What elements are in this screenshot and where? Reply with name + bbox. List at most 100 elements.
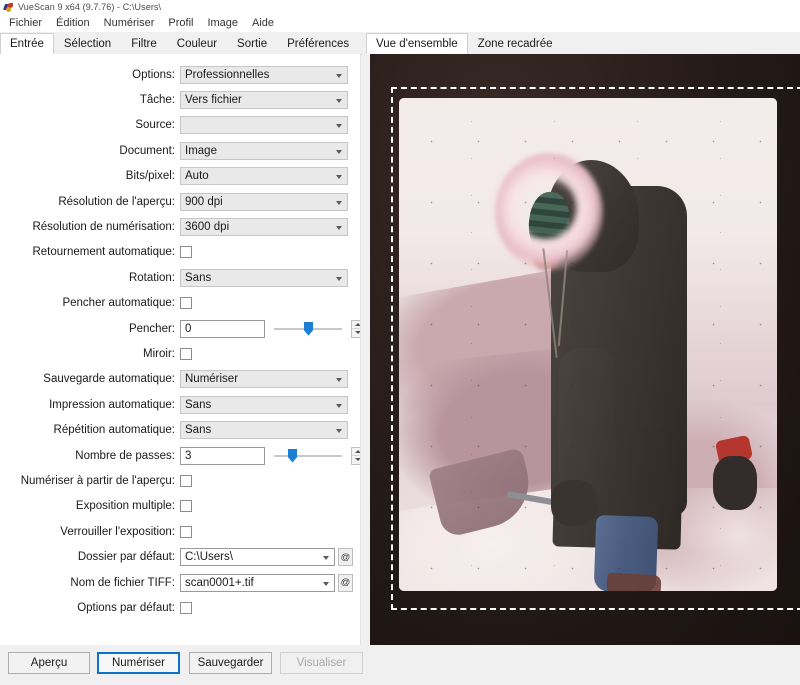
row-scan-resolution: Résolution de numérisation: 3600 dpi bbox=[0, 214, 360, 239]
row-preview-resolution: Résolution de l'aperçu: 900 dpi bbox=[0, 189, 360, 214]
label-options: Options: bbox=[132, 68, 175, 81]
scan-from-preview-checkbox[interactable] bbox=[180, 474, 192, 487]
row-auto-skew: Pencher automatique: bbox=[0, 291, 360, 316]
row-multi-exposure: Exposition multiple: bbox=[0, 494, 360, 519]
auto-flip-checkbox[interactable] bbox=[180, 246, 192, 259]
default-options-checkbox[interactable] bbox=[180, 601, 192, 614]
row-lock-exposure: Verrouiller l'exposition: bbox=[0, 519, 360, 544]
row-mirror: Miroir: bbox=[0, 341, 360, 366]
tab-entree[interactable]: Entrée bbox=[0, 33, 54, 55]
label-skew: Pencher: bbox=[128, 322, 175, 335]
menu-item-fichier[interactable]: Fichier bbox=[2, 16, 49, 30]
auto-print-value: Sans bbox=[185, 398, 212, 411]
row-auto-save: Sauvegarde automatique: Numériser bbox=[0, 367, 360, 392]
menu-item-profil[interactable]: Profil bbox=[161, 16, 200, 30]
scan-resolution-dropdown[interactable]: 3600 dpi bbox=[180, 218, 348, 237]
auto-save-dropdown[interactable]: Numériser bbox=[180, 370, 348, 389]
bits-pixel-value: Auto bbox=[185, 170, 209, 183]
scan-button[interactable]: Numériser bbox=[97, 652, 180, 674]
row-auto-print: Impression automatique: Sans bbox=[0, 392, 360, 417]
skew-input[interactable]: 0 bbox=[180, 319, 265, 338]
passes-slider-track bbox=[274, 454, 342, 457]
number-of-passes-stepper[interactable] bbox=[351, 446, 360, 465]
skew-slider[interactable] bbox=[274, 320, 342, 338]
options-dropdown[interactable]: Professionnelles bbox=[180, 65, 348, 84]
rotation-dropdown[interactable]: Sans bbox=[180, 268, 348, 287]
preview-resolution-dropdown[interactable]: 900 dpi bbox=[180, 192, 348, 211]
left-panel: Entrée Sélection Filtre Couleur Sortie P… bbox=[0, 32, 362, 645]
menu-item-numeriser[interactable]: Numériser bbox=[97, 16, 162, 30]
passes-stepper-down[interactable] bbox=[352, 455, 360, 464]
row-source: Source: bbox=[0, 113, 360, 138]
menu-item-image[interactable]: Image bbox=[200, 16, 245, 30]
tiff-file-name-combobox[interactable]: scan0001+.tif bbox=[180, 573, 335, 592]
save-button[interactable]: Sauvegarder bbox=[189, 652, 272, 674]
row-auto-flip: Retournement automatique: bbox=[0, 240, 360, 265]
skew-stepper-up[interactable] bbox=[352, 321, 360, 329]
label-tache: Tâche: bbox=[139, 94, 175, 107]
chevron-down-icon bbox=[336, 124, 342, 129]
label-default-folder: Dossier par défaut: bbox=[77, 551, 175, 564]
tab-vue-densemble[interactable]: Vue d'ensemble bbox=[366, 33, 468, 55]
menu-item-aide[interactable]: Aide bbox=[245, 16, 281, 30]
number-of-passes-slider[interactable] bbox=[274, 447, 342, 465]
bits-pixel-dropdown[interactable]: Auto bbox=[180, 167, 348, 186]
chevron-down-icon bbox=[336, 175, 342, 180]
row-default-folder: Dossier par défaut: C:\Users\ @ bbox=[0, 544, 360, 569]
multi-exposure-checkbox[interactable] bbox=[180, 500, 192, 513]
tache-dropdown[interactable]: Vers fichier bbox=[180, 91, 348, 110]
auto-skew-checkbox[interactable] bbox=[180, 297, 192, 310]
lock-exposure-checkbox[interactable] bbox=[180, 525, 192, 538]
chevron-down-icon bbox=[336, 149, 342, 154]
menu-item-edition[interactable]: Édition bbox=[49, 16, 97, 30]
preview-button[interactable]: Aperçu bbox=[8, 652, 90, 674]
row-document: Document: Image bbox=[0, 138, 360, 163]
row-bits-pixel: Bits/pixel: Auto bbox=[0, 164, 360, 189]
tab-sortie[interactable]: Sortie bbox=[227, 33, 277, 54]
chevron-down-icon bbox=[323, 581, 329, 586]
label-number-of-passes: Nombre de passes: bbox=[75, 449, 175, 462]
tiff-file-name-at-button[interactable]: @ bbox=[338, 573, 353, 592]
tab-preferences[interactable]: Préférences bbox=[277, 33, 359, 54]
default-folder-combobox[interactable]: C:\Users\ bbox=[180, 548, 335, 567]
chevron-down-icon bbox=[336, 226, 342, 231]
row-options: Options: Professionnelles bbox=[0, 62, 360, 87]
tab-zone-recadree[interactable]: Zone recadrée bbox=[468, 33, 563, 54]
preview-viewport[interactable] bbox=[370, 54, 800, 645]
label-auto-repeat: Répétition automatique: bbox=[53, 424, 175, 437]
default-folder-at-button[interactable]: @ bbox=[338, 548, 353, 567]
selection-marquee[interactable] bbox=[391, 87, 800, 610]
row-auto-repeat: Répétition automatique: Sans bbox=[0, 417, 360, 442]
source-dropdown[interactable] bbox=[180, 116, 348, 135]
vuescan-app-icon bbox=[3, 2, 14, 13]
mirror-checkbox[interactable] bbox=[180, 347, 192, 360]
passes-stepper-up[interactable] bbox=[352, 448, 360, 456]
preview-panel: Vue d'ensemble Zone recadrée bbox=[366, 32, 800, 645]
tache-value: Vers fichier bbox=[185, 94, 242, 107]
document-dropdown[interactable]: Image bbox=[180, 141, 348, 160]
passes-slider-handle[interactable] bbox=[288, 448, 297, 463]
auto-repeat-dropdown[interactable]: Sans bbox=[180, 421, 348, 440]
row-skew: Pencher: 0 bbox=[0, 316, 360, 341]
skew-stepper-down[interactable] bbox=[352, 328, 360, 337]
row-default-options: Options par défaut: bbox=[0, 595, 360, 620]
skew-stepper[interactable] bbox=[351, 319, 360, 338]
auto-save-value: Numériser bbox=[185, 373, 239, 386]
default-folder-value: C:\Users\ bbox=[185, 551, 233, 564]
scan-preview-image[interactable] bbox=[370, 54, 800, 645]
action-button-bar: Aperçu Numériser Sauvegarder Visualiser bbox=[0, 645, 800, 685]
tab-selection[interactable]: Sélection bbox=[54, 33, 121, 54]
row-scan-from-preview: Numériser à partir de l'aperçu: bbox=[0, 468, 360, 493]
row-tache: Tâche: Vers fichier bbox=[0, 87, 360, 112]
input-settings-form: Options: Professionnelles Tâche: Vers fi… bbox=[0, 54, 361, 645]
label-rotation: Rotation: bbox=[128, 271, 175, 284]
skew-slider-handle[interactable] bbox=[304, 321, 313, 336]
settings-tab-strip: Entrée Sélection Filtre Couleur Sortie P… bbox=[0, 32, 362, 55]
label-source: Source: bbox=[135, 119, 175, 132]
auto-print-dropdown[interactable]: Sans bbox=[180, 395, 348, 414]
label-tiff-file-name: Nom de fichier TIFF: bbox=[70, 576, 175, 589]
number-of-passes-input[interactable]: 3 bbox=[180, 446, 265, 465]
tab-filtre[interactable]: Filtre bbox=[121, 33, 167, 54]
tab-couleur[interactable]: Couleur bbox=[167, 33, 227, 54]
window-title-bar: VueScan 9 x64 (9.7.76) - C:\Users\ bbox=[0, 0, 800, 14]
